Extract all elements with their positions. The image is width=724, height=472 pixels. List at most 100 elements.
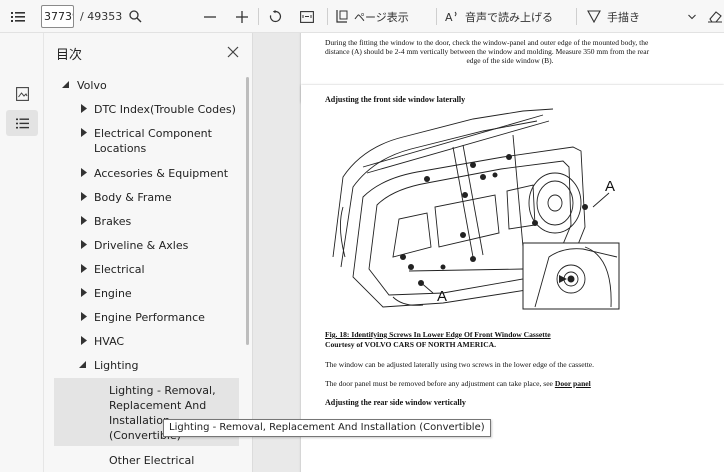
draw-label: 手描き: [607, 10, 640, 24]
read-aloud-label: 音声で読み上げる: [465, 10, 553, 24]
toolbar: 37739 / 49353 ページ表示 A 音声で読み上げる 手描き: [0, 0, 724, 33]
caret-collapsed-icon: [81, 192, 87, 201]
side-rail: [0, 33, 44, 472]
tree-item-label: Engine: [94, 287, 132, 300]
thumbnails-button[interactable]: [6, 81, 38, 107]
caret-collapsed-icon: [81, 288, 87, 297]
draw-button[interactable]: 手描き: [587, 4, 649, 29]
read-aloud-icon: A: [445, 11, 457, 23]
erase-button[interactable]: [706, 4, 724, 29]
tree-item-brakes[interactable]: Brakes: [44, 213, 244, 231]
tree-item-other-electrical[interactable]: Other Electrical: [44, 452, 244, 470]
tree-item-label: Electrical Component: [94, 127, 212, 140]
caret-collapsed-icon: [81, 216, 87, 225]
caret-collapsed-icon: [81, 128, 87, 137]
caret-expanded-icon: [79, 361, 86, 368]
fit-page-icon: [300, 10, 314, 23]
search-icon: [128, 10, 141, 23]
page-text-block: During the fitting the window to the doo…: [325, 38, 695, 65]
plus-icon: [236, 10, 248, 23]
tree-item-label: Other Electrical: [109, 454, 195, 467]
tree-item-label: Lighting - Removal,: [109, 384, 216, 397]
page-total: / 49353: [80, 10, 123, 23]
callout-a-upper: A: [605, 178, 615, 195]
tree-item-hvac[interactable]: HVAC: [44, 333, 244, 351]
body-text-span: The door panel must be removed before an…: [325, 379, 555, 388]
page-view-icon: [336, 10, 348, 23]
svg-text:A: A: [445, 11, 453, 23]
tree-item-label: DTC Index(Trouble Codes): [94, 103, 236, 116]
callout-a-lower: A: [437, 288, 447, 305]
caret-expanded-icon: [62, 81, 69, 88]
tree-item-label: Accesories & Equipment: [94, 167, 229, 180]
tree-item-label: Body & Frame: [94, 191, 172, 204]
tree-item-engine[interactable]: Engine: [44, 285, 244, 303]
section-heading: Adjusting the front side window laterall…: [325, 95, 466, 104]
figure-caption: Fig. 18: Identifying Screws In Lower Edg…: [325, 330, 551, 340]
tree-item-label: Driveline & Axles: [94, 239, 189, 252]
page-view-label: ページ表示: [354, 10, 409, 24]
document-viewer[interactable]: During the fitting the window to the doo…: [253, 33, 724, 472]
tree-item-label: Replacement And: [109, 399, 207, 412]
fit-page-button[interactable]: [295, 4, 319, 29]
figure-courtesy: Courtesy of VOLVO CARS OF NORTH AMERICA.: [325, 340, 497, 349]
door-panel-figure: A A: [332, 108, 620, 310]
tree-item-electrical[interactable]: Electrical: [44, 261, 244, 279]
body-paragraph: The window can be adjusted laterally usi…: [325, 360, 595, 369]
tree-item-label: Electrical: [94, 263, 145, 276]
list-icon: [11, 11, 25, 22]
eraser-icon: [708, 11, 722, 23]
outline-item-tooltip: Lighting - Removal, Replacement And Inst…: [163, 419, 491, 437]
tree-item-lighting[interactable]: Lighting: [44, 357, 244, 375]
chevron-down-icon: [688, 14, 696, 19]
tree-item-label: Lighting: [94, 359, 139, 372]
outline-list-icon: [15, 118, 29, 128]
outline-button[interactable]: [6, 110, 38, 136]
draw-icon: [587, 10, 601, 23]
draw-options-button[interactable]: [684, 4, 700, 29]
thumbnail-icon: [15, 87, 29, 101]
close-icon: [227, 46, 239, 58]
outline-panel: 目次 Volvo DTC Index(Trouble Codes) Electr…: [44, 33, 253, 472]
rotate-icon: [269, 10, 281, 23]
caret-collapsed-icon: [81, 264, 87, 273]
outline-scrollbar[interactable]: [246, 77, 249, 345]
tree-item-driveline-axles[interactable]: Driveline & Axles: [44, 237, 244, 255]
caret-collapsed-icon: [81, 240, 87, 249]
close-panel-button[interactable]: [224, 43, 242, 61]
tree-item-accesories-equipment[interactable]: Accesories & Equipment: [44, 165, 244, 183]
contents-toggle-button[interactable]: [4, 4, 32, 29]
tree-item-engine-performance[interactable]: Engine Performance: [44, 309, 244, 327]
door-panel-link[interactable]: Door panel: [555, 379, 591, 388]
read-aloud-button[interactable]: A 音声で読み上げる: [445, 4, 565, 29]
tree-item-body-frame[interactable]: Body & Frame: [44, 189, 244, 207]
tree-item-label: Brakes: [94, 215, 132, 228]
body-paragraph: The door panel must be removed before an…: [325, 379, 591, 389]
page-number-input[interactable]: 37739: [41, 5, 74, 28]
caret-collapsed-icon: [81, 168, 87, 177]
page-view-button[interactable]: ページ表示: [336, 4, 416, 29]
zoom-in-button[interactable]: [230, 4, 254, 29]
tree-item-label: Locations: [94, 142, 147, 155]
body-line: During the fitting the window to the doo…: [325, 38, 649, 47]
caret-collapsed-icon: [81, 336, 87, 345]
find-button[interactable]: [124, 4, 146, 29]
caret-collapsed-icon: [81, 312, 87, 321]
caret-collapsed-icon: [81, 104, 87, 113]
tree-item-electrical-component-locations[interactable]: Electrical Component Locations: [44, 125, 244, 157]
rotate-button[interactable]: [263, 4, 287, 29]
tree-item-label: Volvo: [77, 79, 107, 92]
tree-item-dtc-index[interactable]: DTC Index(Trouble Codes): [44, 101, 244, 119]
tree-item-label: Installation: [109, 414, 170, 427]
tree-item-label: HVAC: [94, 335, 125, 348]
body-line: distance (A) should be 2-4 mm vertically…: [325, 47, 650, 56]
minus-icon: [204, 15, 216, 18]
pdf-page: Adjusting the front side window laterall…: [301, 85, 724, 472]
figure-caption-text: Fig. 18: Identifying Screws In Lower Edg…: [325, 330, 551, 339]
body-line: edge of the side window (B).: [466, 56, 554, 65]
panel-title: 目次: [56, 48, 83, 63]
tree-item-label: Engine Performance: [94, 311, 205, 324]
section-heading: Adjusting the rear side window verticall…: [325, 398, 466, 407]
zoom-out-button[interactable]: [198, 4, 222, 29]
tree-item-volvo[interactable]: Volvo: [44, 77, 244, 95]
